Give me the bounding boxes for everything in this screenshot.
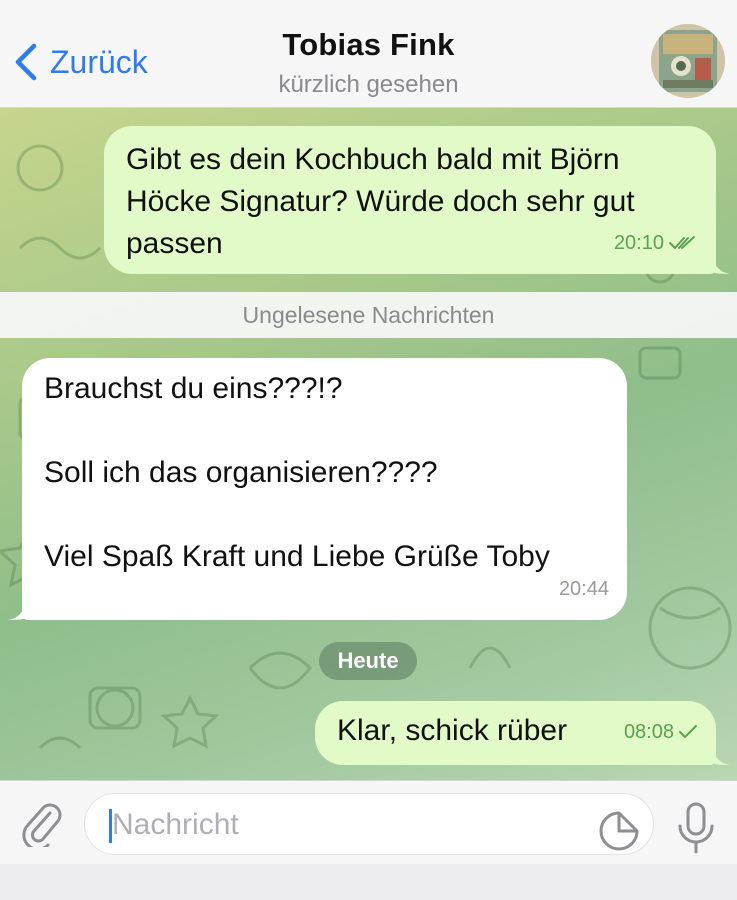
paperclip-icon[interactable] bbox=[18, 799, 64, 847]
message-bubble-outgoing[interactable]: Klar, schick rüber 08:08 bbox=[315, 701, 716, 765]
double-check-icon bbox=[669, 236, 695, 249]
message-bubble-incoming[interactable]: Brauchst du eins???!? Soll ich das organ… bbox=[22, 358, 627, 620]
chat-area[interactable]: Gibt es dein Kochbuch bald mit Björn Höc… bbox=[0, 108, 737, 780]
message-meta: 08:08 bbox=[624, 711, 698, 753]
message-time: 20:44 bbox=[558, 578, 609, 600]
message-meta: 20:44 bbox=[559, 568, 609, 610]
date-separator: Heute bbox=[319, 642, 417, 680]
keyboard-edge bbox=[0, 864, 737, 900]
message-text: Brauchst du eins???!? Soll ich das organ… bbox=[44, 372, 550, 573]
message-input-placeholder: Nachricht bbox=[112, 808, 239, 841]
microphone-icon[interactable] bbox=[676, 800, 716, 856]
unread-separator: Ungelesene Nachrichten bbox=[0, 292, 737, 338]
contact-info[interactable]: Tobias Fink kürzlich gesehen bbox=[0, 27, 737, 99]
contact-name: Tobias Fink bbox=[282, 27, 455, 62]
chat-header: Zurück Tobias Fink kürzlich gesehen bbox=[0, 0, 737, 108]
bubble-tail bbox=[8, 602, 26, 620]
bubble-tail bbox=[712, 256, 730, 274]
message-time: 20:10 bbox=[613, 232, 664, 254]
message-input[interactable]: Nachricht bbox=[84, 793, 654, 855]
avatar[interactable] bbox=[651, 24, 725, 98]
sticker-icon[interactable] bbox=[598, 810, 640, 852]
message-bubble-outgoing[interactable]: Gibt es dein Kochbuch bald mit Björn Höc… bbox=[104, 126, 716, 274]
check-icon bbox=[679, 725, 697, 738]
message-meta: 20:10 bbox=[614, 222, 698, 264]
bubble-tail bbox=[712, 747, 730, 765]
message-time: 08:08 bbox=[623, 721, 674, 743]
message-text: Gibt es dein Kochbuch bald mit Björn Höc… bbox=[126, 143, 635, 260]
contact-status: kürzlich gesehen bbox=[278, 71, 459, 98]
